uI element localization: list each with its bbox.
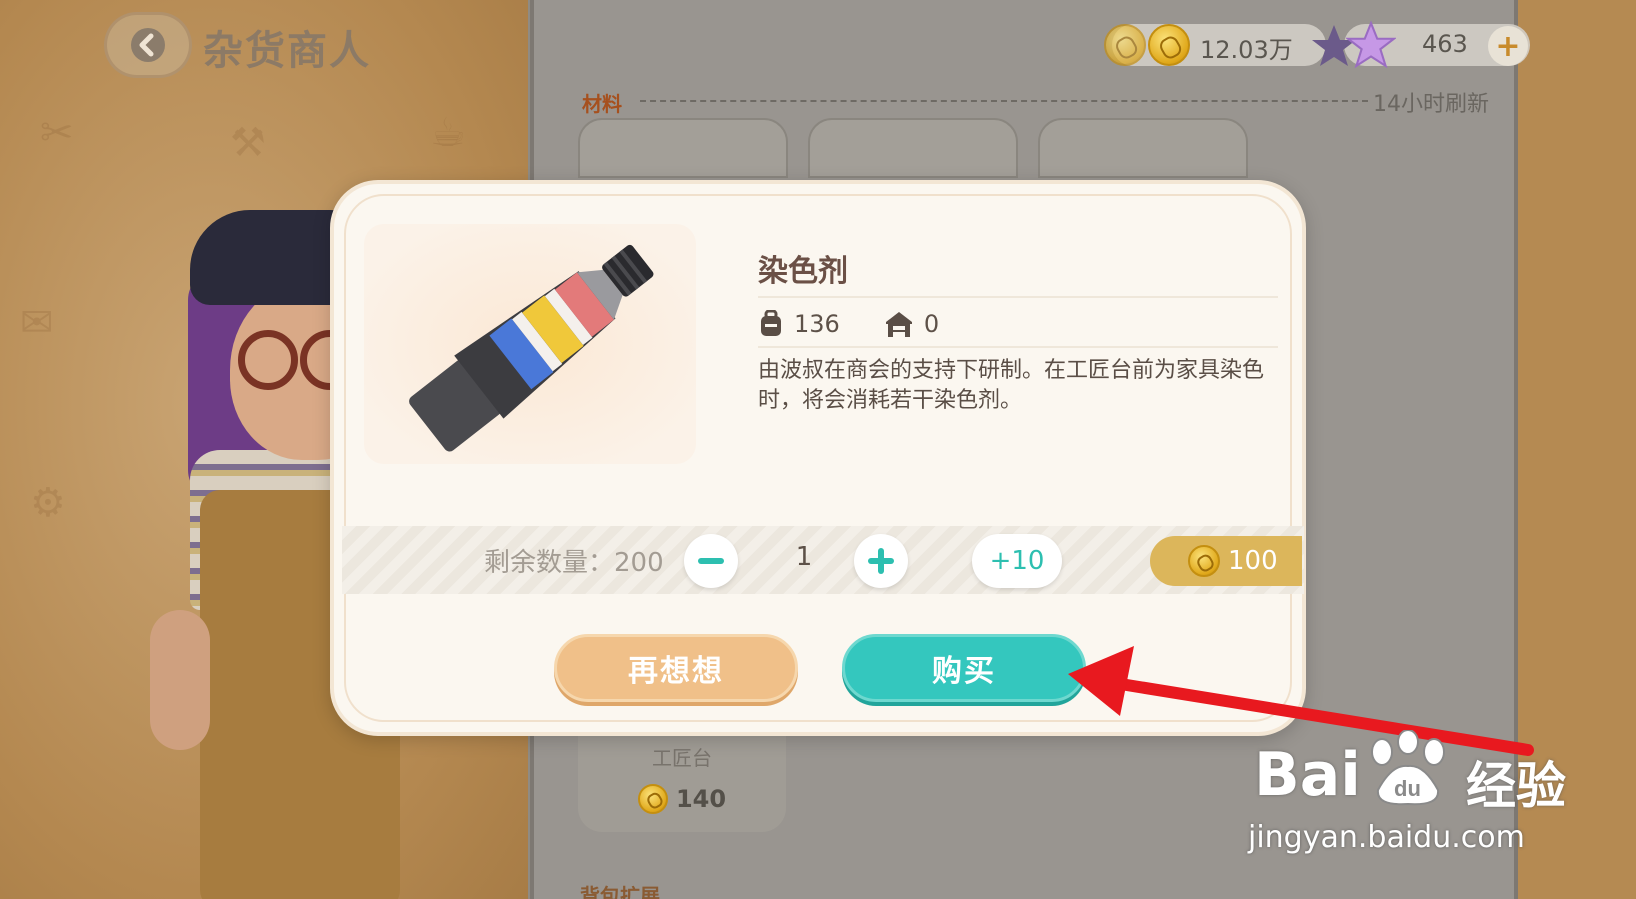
watermark-suffix: 经验 [1466, 757, 1566, 815]
baidu-watermark: Bai du 经验 jingyan.baidu.com [1248, 726, 1594, 886]
paw-logo-icon: du [1371, 730, 1445, 806]
watermark-url: jingyan.baidu.com [1248, 820, 1525, 855]
svg-text:du: du [1394, 776, 1421, 801]
watermark-brand: Bai [1254, 740, 1361, 810]
